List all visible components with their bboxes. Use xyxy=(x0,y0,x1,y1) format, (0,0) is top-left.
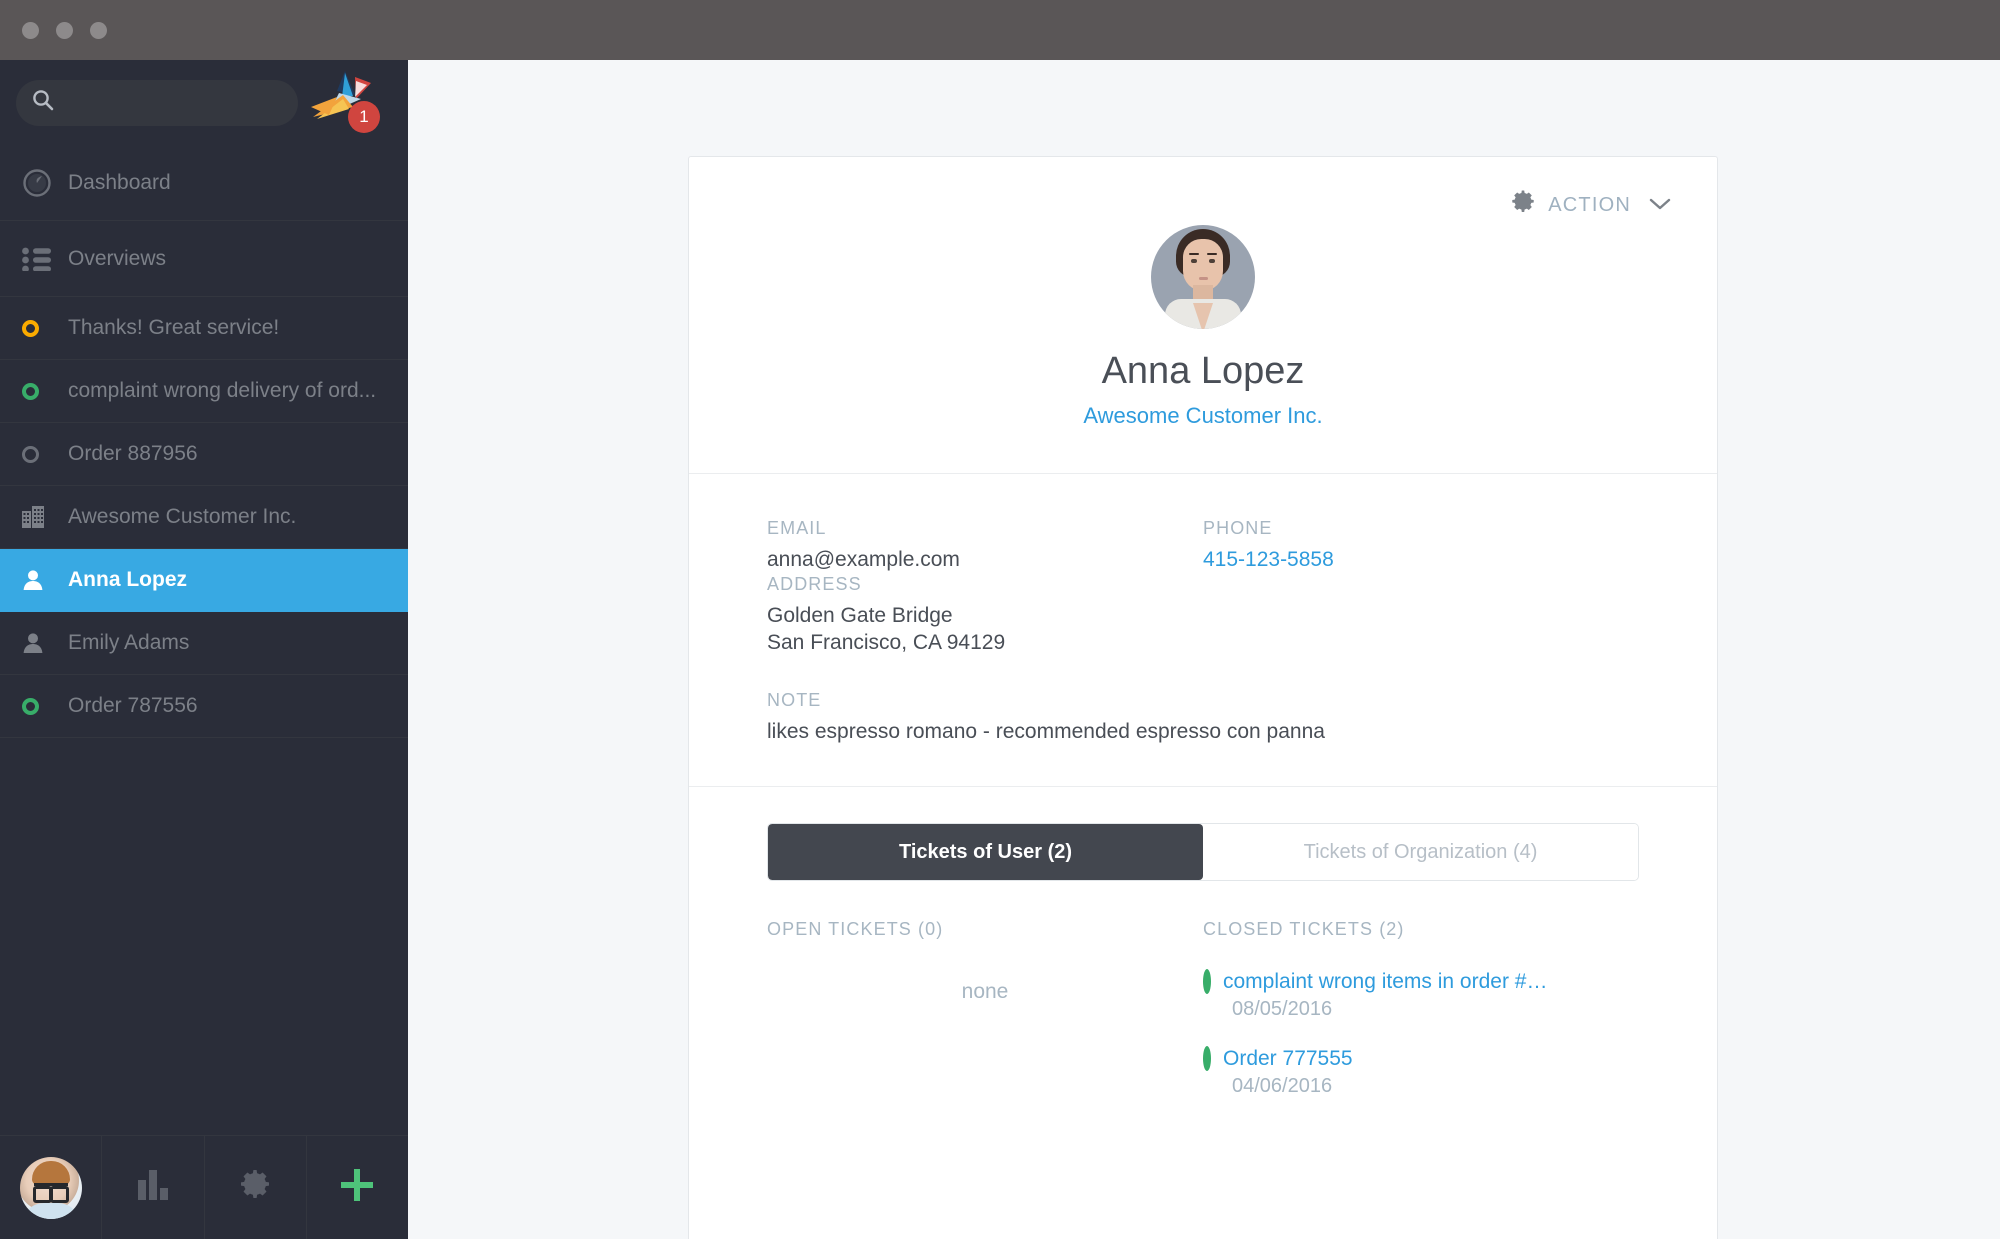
sidebar-item-label: Dashboard xyxy=(68,170,171,194)
address-field: ADDRESS Golden Gate Bridge San Francisco… xyxy=(767,574,1639,657)
closed-tickets-heading: CLOSED TICKETS (2) xyxy=(1203,919,1405,940)
sidebar-item-label: Anna Lopez xyxy=(68,568,187,591)
sidebar-item-user-anna-lopez[interactable]: Anna Lopez xyxy=(0,549,408,612)
sidebar-item-ticket-order-887956[interactable]: Order 887956 xyxy=(0,423,408,486)
ticket-date: 04/06/2016 xyxy=(1232,1075,1333,1098)
email-value: anna@example.com xyxy=(767,547,960,571)
dashboard-gauge-icon xyxy=(22,168,56,198)
ticket-columns: OPEN TICKETS (0) none CLOSED TICKETS (2)… xyxy=(767,919,1639,1124)
state-ring-icon xyxy=(1203,1046,1211,1072)
note-value: likes espresso romano - recommended espr… xyxy=(767,720,1325,744)
sidebar-nav-list: Dashboard Overviews Thanks! Great servic… xyxy=(0,145,408,1135)
user-photo-avatar xyxy=(1151,225,1255,329)
list-icon xyxy=(22,247,56,271)
user-icon xyxy=(22,632,56,654)
zoom-window-button[interactable] xyxy=(90,22,107,39)
ticket-date: 08/05/2016 xyxy=(1232,998,1333,1021)
traffic-light-buttons xyxy=(22,22,107,39)
search-input[interactable] xyxy=(64,92,296,113)
phone-value[interactable]: 415-123-5858 xyxy=(1203,547,1639,574)
close-window-button[interactable] xyxy=(22,22,39,39)
state-ring-icon xyxy=(22,382,56,400)
sidebar-toolbar xyxy=(0,1135,408,1239)
user-profile-card: ACTION Anna Lopez Awesome Customer Inc. … xyxy=(688,156,1718,1239)
state-ring-icon xyxy=(22,445,56,463)
sidebar-header: 1 xyxy=(0,60,408,145)
sidebar-item-ticket-complaint[interactable]: complaint wrong delivery of ord... xyxy=(0,360,408,423)
sidebar-item-label: Overviews xyxy=(68,246,167,270)
state-ring-icon xyxy=(1203,969,1211,995)
tab-tickets-of-user[interactable]: Tickets of User (2) xyxy=(768,824,1203,881)
sidebar: 1 Dashboard Overviews Thanks! Great serv… xyxy=(0,60,408,1239)
state-ring-icon xyxy=(22,319,56,337)
organization-icon xyxy=(22,506,56,528)
chevron-down-icon xyxy=(1649,194,1671,217)
sidebar-item-label: Emily Adams xyxy=(68,631,190,654)
window-titlebar xyxy=(0,0,2000,60)
sidebar-item-dashboard[interactable]: Dashboard xyxy=(0,145,408,221)
open-tickets-empty: none xyxy=(961,980,1009,1004)
phone-label: PHONE xyxy=(1203,517,1273,538)
tickets-section: Tickets of User (2) Tickets of Organizat… xyxy=(689,787,1717,1184)
sidebar-item-overviews[interactable]: Overviews xyxy=(0,221,408,297)
sidebar-item-label: Order 787556 xyxy=(68,694,198,717)
organization-link[interactable]: Awesome Customer Inc. xyxy=(689,403,1717,429)
open-tickets-heading: OPEN TICKETS (0) xyxy=(767,919,944,940)
state-ring-icon xyxy=(22,697,56,715)
sidebar-item-label: Thanks! Great service! xyxy=(68,316,280,339)
action-button[interactable]: ACTION xyxy=(1510,189,1671,221)
user-avatar-button[interactable] xyxy=(0,1136,103,1239)
settings-button[interactable] xyxy=(205,1136,307,1239)
note-field: NOTE likes espresso romano - recommended… xyxy=(767,690,1639,746)
search-box[interactable] xyxy=(16,79,298,126)
note-label: NOTE xyxy=(767,690,822,711)
address-line-1: Golden Gate Bridge xyxy=(767,603,953,627)
gear-icon xyxy=(238,1168,272,1207)
notification-badge[interactable]: 1 xyxy=(348,100,380,133)
avatar-icon xyxy=(19,1156,82,1219)
ticket-title[interactable]: complaint wrong items in order #5... xyxy=(1223,970,1553,994)
sidebar-item-label: Order 887956 xyxy=(68,442,198,465)
page-title: Anna Lopez xyxy=(1101,350,1305,392)
tab-tickets-of-organization[interactable]: Tickets of Organization (4) xyxy=(1203,824,1638,881)
open-tickets-column: OPEN TICKETS (0) none xyxy=(767,919,1203,1124)
phone-field: PHONE 415-123-5858 xyxy=(1203,518,1639,574)
main-content: ACTION Anna Lopez Awesome Customer Inc. … xyxy=(408,60,2000,1239)
email-label: EMAIL xyxy=(767,517,827,538)
sidebar-item-label: complaint wrong delivery of ord... xyxy=(68,379,377,402)
plus-icon xyxy=(339,1167,375,1208)
minimize-window-button[interactable] xyxy=(56,22,73,39)
app-logo[interactable]: 1 xyxy=(302,67,388,139)
search-icon xyxy=(32,89,54,116)
list-item[interactable]: complaint wrong items in order #5... 08/… xyxy=(1203,969,1639,1021)
details-section: EMAIL anna@example.com PHONE 415-123-585… xyxy=(689,474,1717,787)
email-field: EMAIL anna@example.com xyxy=(767,518,1203,574)
gear-icon xyxy=(1510,189,1536,221)
list-item[interactable]: Order 777555 04/06/2016 xyxy=(1203,1046,1639,1098)
ticket-title[interactable]: Order 777555 xyxy=(1223,1047,1353,1071)
sidebar-item-ticket-thanks[interactable]: Thanks! Great service! xyxy=(0,297,408,360)
action-row: ACTION xyxy=(689,157,1717,219)
closed-tickets-column: CLOSED TICKETS (2) complaint wrong items… xyxy=(1203,919,1639,1124)
new-button[interactable] xyxy=(307,1136,408,1239)
sidebar-item-organization[interactable]: Awesome Customer Inc. xyxy=(0,486,408,549)
user-icon xyxy=(22,569,56,591)
profile-header: Anna Lopez Awesome Customer Inc. xyxy=(689,219,1717,473)
sidebar-item-label: Awesome Customer Inc. xyxy=(68,505,297,528)
sidebar-item-user-emily-adams[interactable]: Emily Adams xyxy=(0,612,408,675)
action-label: ACTION xyxy=(1548,193,1631,216)
reporting-button[interactable] xyxy=(102,1136,205,1239)
address-line-2: San Francisco, CA 94129 xyxy=(767,630,1006,654)
sidebar-item-ticket-order-787556[interactable]: Order 787556 xyxy=(0,675,408,738)
bar-chart-icon xyxy=(136,1170,170,1205)
address-label: ADDRESS xyxy=(767,573,862,594)
app-window: 1 Dashboard Overviews Thanks! Great serv… xyxy=(0,0,2000,1239)
ticket-tabs: Tickets of User (2) Tickets of Organizat… xyxy=(767,823,1639,882)
